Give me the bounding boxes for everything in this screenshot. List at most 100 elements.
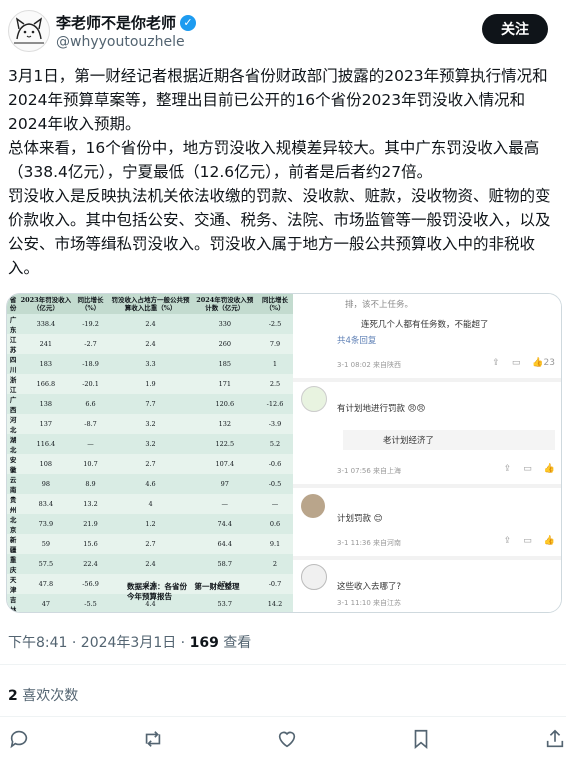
reply-box: 老计划经济了	[343, 430, 555, 450]
display-name-text[interactable]: 李老师不是你老师	[56, 12, 176, 33]
verified-icon: ✓	[180, 14, 197, 31]
table-cell: 107.4	[192, 454, 257, 474]
province-cell: 重庆	[9, 556, 17, 574]
table-header: 同比增长（%）	[257, 294, 293, 314]
like-icon: 👍	[543, 536, 555, 546]
comment-text-content: 有计划地进行罚款	[337, 404, 406, 414]
table-cell: 3.2	[108, 414, 193, 434]
reply-icon[interactable]	[8, 728, 32, 752]
table-cell: -12.6	[266, 400, 284, 408]
table-cell: 108	[19, 454, 73, 474]
province-cell: 天津	[7, 574, 20, 594]
divider	[293, 484, 561, 488]
follow-button[interactable]: 关注	[482, 14, 548, 44]
table-header: 省份	[7, 294, 20, 314]
divider	[293, 556, 561, 560]
province-cell: 广东	[9, 316, 17, 334]
province-cell: 江苏	[7, 334, 20, 354]
table-cell: 4.6	[145, 480, 156, 488]
table-cell: -0.7	[257, 574, 293, 594]
table-cell: 116.4	[36, 440, 56, 448]
table-cell: 4	[108, 494, 193, 514]
avatar[interactable]	[8, 10, 50, 52]
table-cell: 73.9	[38, 520, 54, 528]
divider	[0, 716, 566, 717]
table-cell: 74.4	[217, 520, 233, 528]
comment-text: 有计划地进行罚款 😠😠	[337, 404, 426, 414]
table-cell: 183	[39, 360, 53, 368]
province-cell: 吉林	[9, 596, 17, 613]
table-cell: 5.2	[269, 440, 281, 448]
like-count: 23	[543, 358, 555, 368]
province-cell: 湖北	[9, 436, 17, 454]
table-cell: -8.7	[72, 414, 109, 434]
table-source: 数据来源：各省份 第一财经整理 今年预算报告	[127, 582, 240, 602]
comment-meta: 3-1 07:56 来自上海	[337, 467, 402, 475]
share-icon[interactable]	[544, 728, 566, 752]
table-row: 广东 338.4 -19.2 2.4 330 -2.5	[7, 314, 293, 334]
views-count: 169	[189, 635, 219, 651]
comment-meta: 3-1 08:02 来自陕西	[337, 361, 402, 369]
province-cell: 新疆	[7, 534, 20, 554]
table-cell: 1.2	[145, 520, 156, 528]
table-cell: 64.4	[192, 534, 257, 554]
table-cell: 58.7	[217, 560, 233, 568]
source-line: 今年预算报告	[127, 592, 172, 601]
table-cell: -3.9	[257, 414, 293, 434]
table-row: 云南 98 8.9 4.6 97 -0.5	[7, 474, 293, 494]
table-cell: —	[192, 494, 257, 514]
share-icon: ⇪	[503, 536, 512, 546]
reply-text: 老计划经济了	[383, 436, 435, 446]
table-row: 安徽 108 10.7 2.7 107.4 -0.6	[7, 454, 293, 474]
table-row: 浙江 166.8 -20.1 1.9 171 2.5	[7, 374, 293, 394]
fine-revenue-table: 省份 2023年罚没收入（亿元） 同比增长（%） 罚没收入占地方一般公共预算收入…	[7, 294, 293, 613]
table-cell: 2.4	[145, 320, 156, 328]
table-cell: -0.6	[257, 454, 293, 474]
commenter-avatar	[301, 494, 325, 518]
post-timestamp[interactable]: 下午8:41 · 2024年3月1日 · 169 查看	[8, 632, 251, 652]
table-cell: —	[87, 440, 94, 448]
province-cell: 安徽	[7, 454, 20, 474]
table-cell: 9.1	[257, 534, 293, 554]
comment-actions: ⇪ ▭ 👍	[504, 464, 555, 474]
fine-revenue-table-image[interactable]: 省份 2023年罚没收入（亿元） 同比增长（%） 罚没收入占地方一般公共预算收入…	[7, 294, 293, 612]
table-cell: -2.5	[268, 320, 282, 328]
share-icon: ⇪	[503, 464, 512, 474]
user-handle[interactable]: @whyyoutouzhele	[56, 34, 185, 50]
timestamp-text[interactable]: 下午8:41 · 2024年3月1日 ·	[8, 635, 190, 651]
comment-icon: ▭	[523, 464, 532, 474]
bookmark-icon[interactable]	[410, 728, 434, 752]
divider	[293, 378, 561, 382]
province-cell: 北京	[9, 516, 17, 534]
table-cell: 2	[272, 560, 278, 568]
comments-screenshot[interactable]: 排，该不上任务。 连死几个人都有任务数，不能超了 共4条回复 3-1 08:02…	[293, 294, 561, 612]
table-cell: 14.2	[267, 600, 283, 608]
table-cell: -19.2	[82, 320, 99, 328]
likes-count-link[interactable]: 2 喜欢次数	[8, 685, 78, 705]
comment-text: 计划罚款 😊	[337, 514, 383, 524]
post-actions-bar	[0, 728, 566, 760]
retweet-icon[interactable]	[142, 728, 166, 752]
post-paragraph: 总体来看，16个省份中，地方罚没收入规模差异较大。其中广东罚没收入最高（338.…	[8, 139, 540, 181]
province-cell: 贵州	[7, 494, 20, 514]
table-cell: 241	[19, 334, 73, 354]
display-name[interactable]: 李老师不是你老师 ✓	[56, 12, 197, 33]
replies-link: 共4条回复	[337, 336, 377, 346]
table-cell: 338.4	[36, 320, 56, 328]
table-cell: 2.4	[145, 560, 156, 568]
comment-meta: 3-1 11:10 来自江苏	[337, 599, 402, 607]
table-row: 重庆 57.5 22.4 2.4 58.7 2	[7, 554, 293, 574]
province-cell: 四川	[9, 356, 17, 374]
table-cell: 6.6	[85, 400, 96, 408]
like-icon[interactable]	[276, 728, 300, 752]
table-cell: 185	[218, 360, 231, 368]
table-cell: 15.6	[72, 534, 109, 554]
table-cell: 0.6	[269, 520, 281, 528]
likes-count: 2	[8, 688, 18, 704]
commenter-avatar	[301, 386, 327, 412]
like-icon: 👍	[543, 464, 555, 474]
post-text: 3月1日，第一财经记者根据近期各省份财政部门披露的2023年预算执行情况和202…	[8, 64, 560, 280]
media-container[interactable]: 省份 2023年罚没收入（亿元） 同比增长（%） 罚没收入占地方一般公共预算收入…	[6, 293, 562, 613]
table-row: 贵州 83.4 13.2 4— —	[7, 494, 293, 514]
share-icon: ⇪	[492, 358, 500, 368]
